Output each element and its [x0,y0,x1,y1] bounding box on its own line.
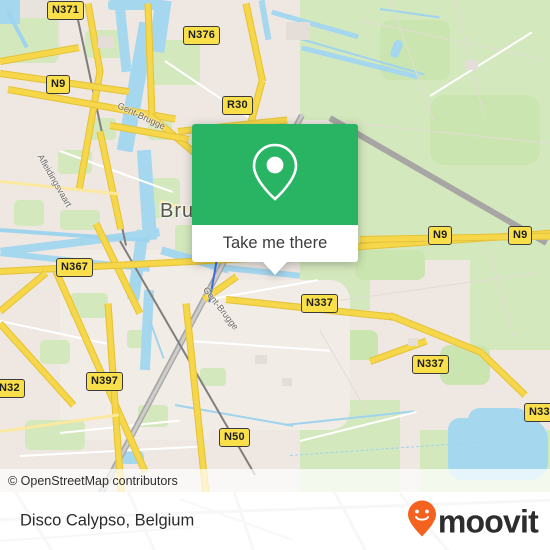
attribution-text: © OpenStreetMap contributors [8,473,178,488]
road-shield: N33 [524,403,550,422]
road-shield: N9 [428,226,453,245]
take-me-there-popup[interactable]: Take me there [192,124,358,275]
road-shield: N337 [301,294,339,313]
moovit-location-card: Gent-Brugge Gent-Brugge Afleidingsvaart … [0,0,550,550]
map-building [408,338,418,346]
map-park [200,368,226,386]
road-shield: N9 [508,226,533,245]
map-building [286,22,310,40]
footer-bar: Disco Calypso, Belgium moovit [0,492,550,550]
map-park [40,340,70,364]
popup-pointer [263,262,287,275]
map-lake [468,408,528,432]
road-shield: R30 [222,96,253,115]
moovit-smiley-pin-icon [407,500,437,543]
watermark-line [328,492,388,550]
moovit-logo[interactable]: moovit [407,500,539,543]
map-greenland [355,250,425,280]
road-shield: N371 [47,1,85,20]
watermark-line [228,492,281,550]
map-building [282,378,292,386]
take-me-there-label: Take me there [222,234,328,252]
road-shield: N9 [46,75,71,94]
city-label: Bru [160,200,195,222]
location-title: Disco Calypso, Belgium [20,511,195,530]
road-shield: N32 [0,379,25,398]
popup-icon-panel [192,124,358,225]
road-shield: N367 [56,258,94,277]
road-shield: N376 [183,26,221,45]
take-me-there-button[interactable]: Take me there [192,225,358,262]
map-pin-icon [248,141,302,208]
map-park [14,200,44,226]
map-attribution: © OpenStreetMap contributors [0,469,550,492]
road-shield: N337 [412,355,450,374]
road-shield: N50 [219,428,250,447]
map-greenland [470,250,550,350]
map-greenland [430,95,540,165]
moovit-wordmark: moovit [437,503,539,539]
road-shield: N397 [86,372,124,391]
map-building [466,60,478,70]
map-building [98,36,114,48]
map-building [255,355,267,364]
